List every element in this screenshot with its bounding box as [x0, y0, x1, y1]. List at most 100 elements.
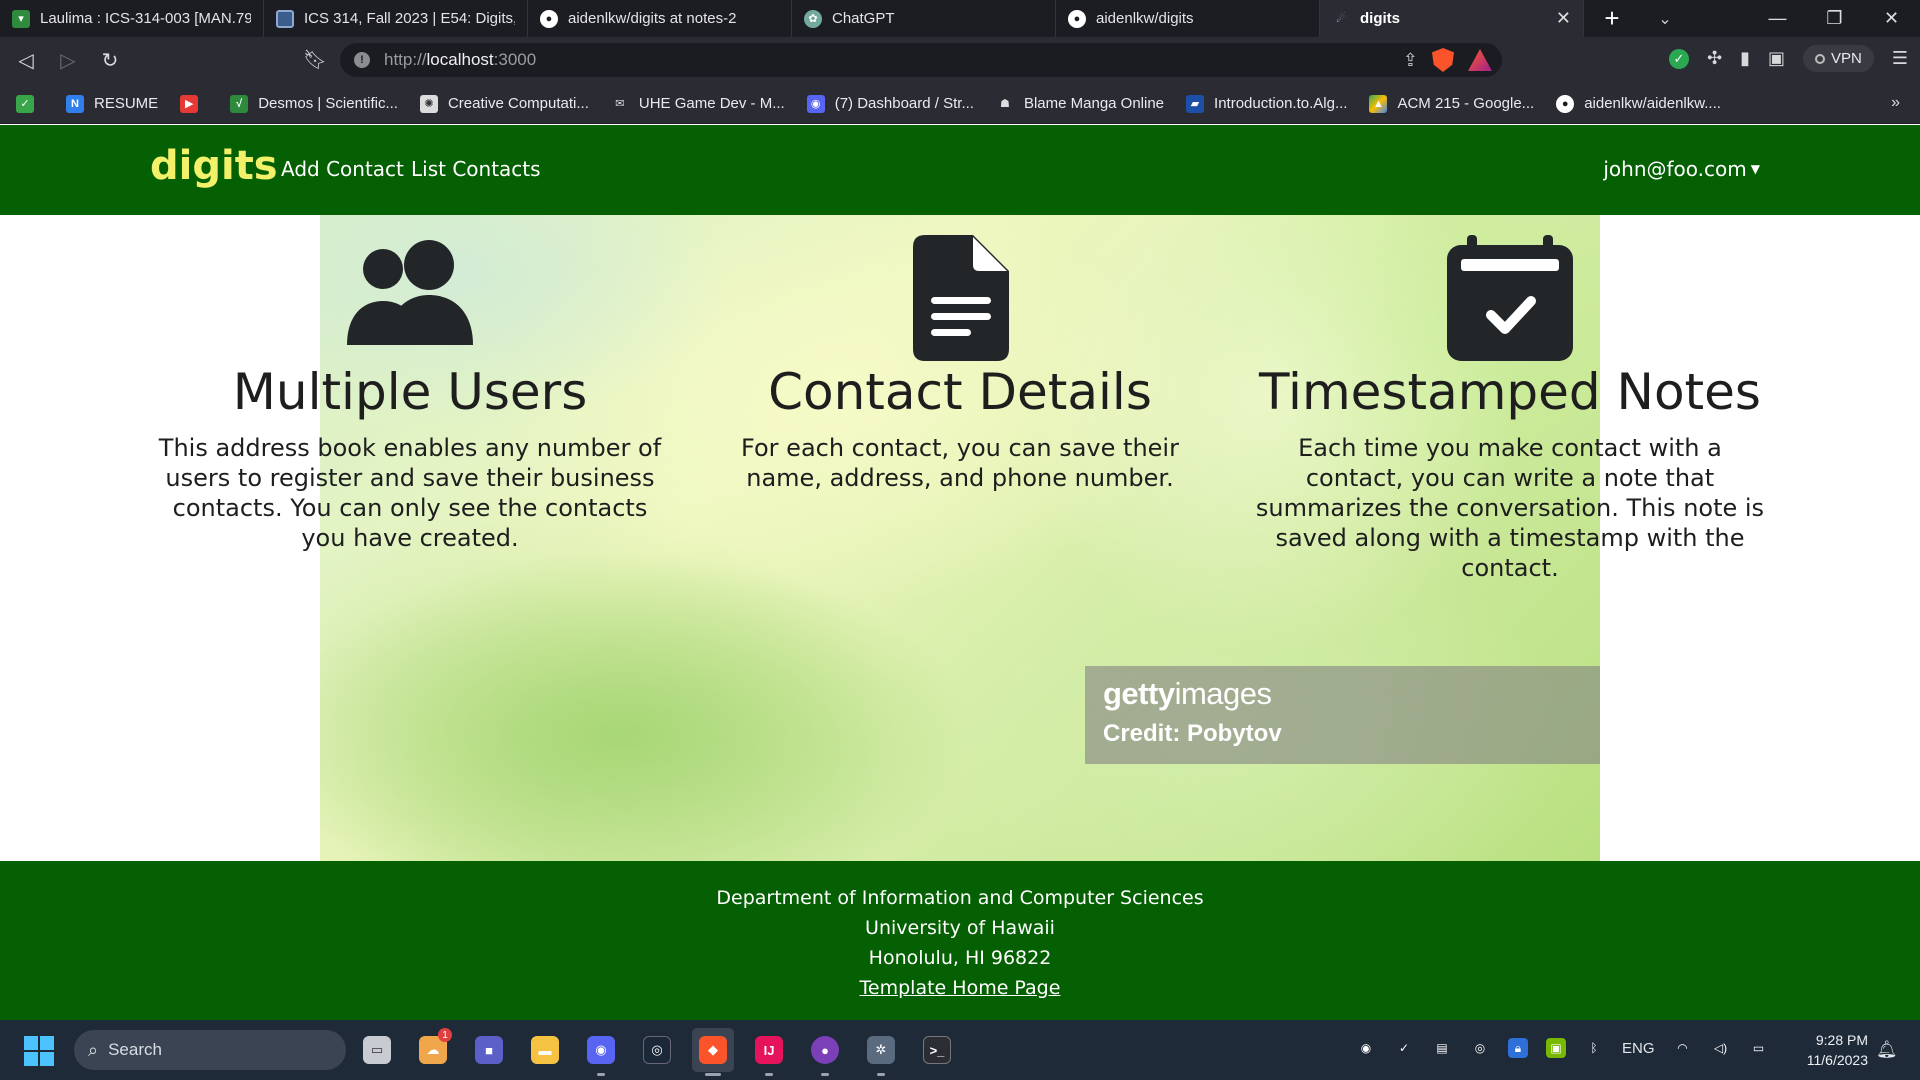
bluetooth-icon[interactable]: ᛒ: [1584, 1038, 1604, 1058]
file-explorer-icon[interactable]: ▬: [524, 1028, 566, 1072]
tab-course[interactable]: ICS 314, Fall 2023 | E54: Digits, Pa: [264, 0, 528, 37]
app-glyph: IJ: [755, 1036, 783, 1064]
volume-icon[interactable]: ◁): [1711, 1038, 1731, 1058]
menu-icon[interactable]: ☰: [1892, 48, 1908, 69]
image-credit: Credit: Pobytov: [1103, 720, 1282, 747]
share-icon[interactable]: ⇪: [1403, 50, 1418, 71]
brave-rewards-icon[interactable]: [1468, 49, 1492, 71]
tab-list-chevron-icon[interactable]: ⌄: [1640, 0, 1690, 37]
address-bar[interactable]: ! http://localhost:3000 ⇪: [340, 43, 1502, 77]
book-icon: ▰: [1186, 94, 1205, 113]
taskbar-apps: ▭ ☁ 1 ■ ▬ ◉ ◎ ◆ IJ ● ✲ >_: [356, 1028, 958, 1076]
epic-games-icon[interactable]: ▤: [1432, 1038, 1452, 1058]
nav-add-contact[interactable]: Add Contact: [281, 157, 404, 181]
bookmark-label: ACM 215 - Google...: [1397, 95, 1535, 112]
bookmark-item[interactable]: ● aidenlkw/aidenlkw....: [1556, 94, 1721, 113]
vpn-status-icon: [1815, 53, 1826, 64]
feature-title: Timestamped Notes: [1259, 363, 1761, 421]
brave-shield-icon[interactable]: [1432, 48, 1454, 72]
weather-icon[interactable]: ☁ 1: [412, 1028, 454, 1072]
nvidia-icon[interactable]: ▣: [1546, 1038, 1566, 1058]
minimize-button[interactable]: —: [1749, 0, 1806, 37]
bookmark-item[interactable]: ✺ Creative Computati...: [419, 94, 589, 113]
language-indicator[interactable]: ENG: [1622, 1040, 1655, 1057]
settings-icon[interactable]: ✲: [860, 1028, 902, 1076]
site-info-icon[interactable]: !: [354, 52, 370, 68]
url-text: http://localhost:3000: [384, 50, 536, 70]
bookmark-label: Desmos | Scientific...: [258, 95, 398, 112]
vpn-label: VPN: [1831, 50, 1862, 67]
browser-toolbar: ◁ ▷ ↻ 🔖︎ ! http://localhost:3000 ⇪ ✓ ✣ ▮…: [0, 37, 1920, 84]
url-scheme: http://: [384, 50, 427, 69]
battery-icon[interactable]: ▭: [1749, 1038, 1769, 1058]
close-icon[interactable]: ✕: [1556, 8, 1571, 29]
bookmark-item[interactable]: N RESUME: [66, 94, 158, 113]
wallet-icon[interactable]: ▣: [1768, 48, 1785, 69]
tab-chatgpt[interactable]: ✿ ChatGPT: [792, 0, 1056, 37]
bookmark-item[interactable]: ◉ (7) Dashboard / Str...: [806, 94, 974, 113]
close-window-button[interactable]: ✕: [1863, 0, 1920, 37]
notification-bell-icon[interactable]: 🔔︎: [1876, 1040, 1898, 1060]
bookmark-item[interactable]: ✉ UHE Game Dev - M...: [611, 95, 784, 113]
reload-button[interactable]: ↻: [90, 41, 130, 81]
bookmark-item[interactable]: ▲ ACM 215 - Google...: [1369, 94, 1535, 113]
intellij-icon[interactable]: IJ: [748, 1028, 790, 1076]
n-logo-icon: N: [66, 94, 84, 113]
windows-start-icon[interactable]: [24, 1036, 54, 1066]
task-view-icon[interactable]: ▭: [356, 1028, 398, 1072]
tab-digits[interactable]: ☄ digits ✕: [1320, 0, 1584, 37]
footer-address: Honolulu, HI 96822: [868, 947, 1052, 969]
discord-icon[interactable]: ◉: [580, 1028, 622, 1076]
tab-laulima[interactable]: ▾ Laulima : ICS-314-003 [MAN.792: [0, 0, 264, 37]
bookmark-item[interactable]: ☗ Blame Manga Online: [996, 95, 1164, 113]
url-port: :3000: [493, 50, 537, 69]
steam-icon[interactable]: ◎: [636, 1028, 678, 1072]
app-glyph: ▬: [531, 1036, 559, 1064]
github-desktop-icon[interactable]: ●: [804, 1028, 846, 1076]
more-bookmarks-icon[interactable]: »: [1891, 94, 1900, 112]
steam-tray-icon[interactable]: ◎: [1470, 1038, 1490, 1058]
bookmark-item[interactable]: ✓: [16, 94, 44, 113]
taskbar-search[interactable]: ⌕ Search: [74, 1030, 346, 1070]
terminal-icon[interactable]: >_: [916, 1028, 958, 1072]
desmos-icon: √: [230, 94, 249, 113]
lock-icon[interactable]: 🔒︎: [1508, 1038, 1528, 1058]
app-glyph: ◆: [699, 1036, 727, 1064]
running-indicator: [597, 1073, 605, 1076]
brave-icon[interactable]: ◆: [692, 1028, 734, 1076]
meet-icon[interactable]: ■: [468, 1028, 510, 1072]
wifi-icon[interactable]: ◠: [1673, 1038, 1693, 1058]
forward-button[interactable]: ▷: [48, 41, 88, 81]
file-lines-icon: [913, 235, 1009, 361]
youtube-icon: ▶: [180, 94, 199, 113]
bookmark-item[interactable]: √ Desmos | Scientific...: [230, 94, 398, 113]
app-glyph: >_: [923, 1036, 951, 1064]
discord-tray-icon[interactable]: ◉: [1356, 1038, 1376, 1058]
bookmark-label: (7) Dashboard / Str...: [834, 95, 974, 112]
extension-check-icon[interactable]: ✓: [1669, 48, 1689, 69]
getty-watermark: gettyimages Credit: Pobytov: [1085, 666, 1600, 764]
tab-github-notes[interactable]: ● aidenlkw/digits at notes-2: [528, 0, 792, 37]
site-navbar: digits Add Contact List Contacts john@fo…: [0, 125, 1920, 215]
user-dropdown[interactable]: john@foo.com ▼: [1603, 157, 1760, 181]
sidebar-toggle-icon[interactable]: ▮: [1740, 48, 1750, 69]
back-button[interactable]: ◁: [6, 41, 46, 81]
brand-logo[interactable]: digits: [150, 143, 278, 189]
restore-button[interactable]: ❐: [1806, 0, 1863, 37]
taskbar-clock[interactable]: 9:28 PM 11/6/2023: [1790, 1030, 1868, 1070]
bookmark-item[interactable]: ▶: [180, 94, 208, 113]
bookmark-icon[interactable]: 🔖︎: [300, 41, 330, 79]
app-glyph: ◎: [643, 1036, 671, 1064]
notification-badge: 1: [438, 1028, 452, 1042]
tab-github-digits[interactable]: ● aidenlkw/digits: [1056, 0, 1320, 37]
extensions-puzzle-icon[interactable]: ✣: [1707, 48, 1722, 69]
vpn-button[interactable]: VPN: [1803, 45, 1874, 72]
template-home-link[interactable]: Template Home Page: [860, 977, 1061, 999]
bookmark-item[interactable]: ▰ Introduction.to.Alg...: [1186, 94, 1347, 113]
calendar-check-icon: [1447, 235, 1573, 361]
course-icon: [276, 9, 294, 28]
feature-text: Each time you make contact with a contac…: [1255, 434, 1765, 582]
nav-list-contacts[interactable]: List Contacts: [411, 157, 541, 181]
new-tab-button[interactable]: +: [1584, 0, 1640, 37]
checkmark-tray-icon[interactable]: ✓: [1394, 1038, 1414, 1058]
